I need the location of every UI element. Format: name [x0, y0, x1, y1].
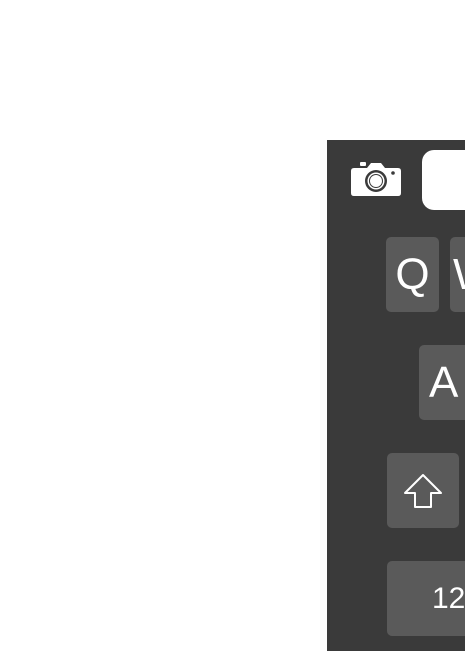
numbers-key-label: 123: [432, 581, 465, 615]
message-input[interactable]: [422, 150, 465, 210]
numbers-key[interactable]: 123: [387, 561, 465, 636]
camera-icon: [351, 162, 401, 196]
key-a[interactable]: A: [419, 345, 465, 420]
screen: Q W A 123: [0, 0, 465, 651]
key-a-label: A: [429, 357, 459, 407]
camera-button[interactable]: [350, 158, 402, 198]
key-q-label: Q: [395, 249, 430, 299]
key-w[interactable]: W: [450, 237, 465, 312]
shift-key[interactable]: [387, 453, 459, 528]
key-w-label: W: [453, 250, 465, 300]
shift-arrow-icon: [404, 473, 442, 508]
key-q[interactable]: Q: [386, 237, 439, 312]
on-screen-keyboard: Q W A 123: [327, 140, 465, 651]
